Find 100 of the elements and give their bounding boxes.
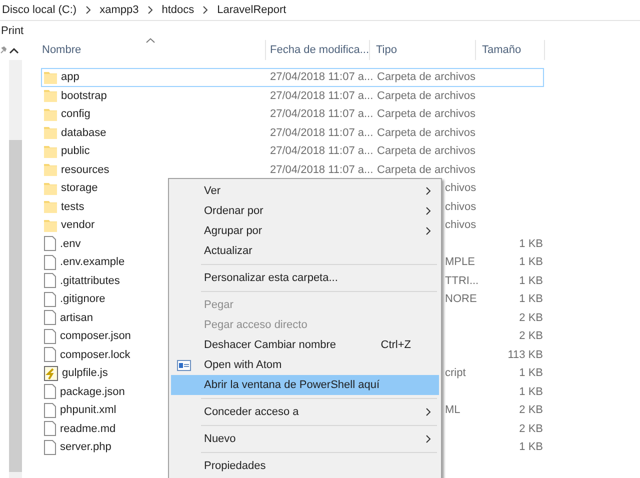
window-icon [177, 360, 191, 371]
menu-item[interactable]: Ordenar por [171, 201, 439, 221]
chevron-icon [203, 6, 208, 14]
file-size: 2 KB [519, 404, 543, 416]
file-type: cript [445, 367, 466, 380]
folder-icon [44, 70, 57, 84]
file-name: vendor [61, 219, 95, 232]
file-name: gulpfile.js [62, 367, 108, 380]
file-name: .gitattributes [60, 274, 120, 287]
folder-icon [44, 200, 57, 214]
file-icon [44, 254, 56, 270]
menu-item[interactable]: Ver [171, 181, 439, 201]
ribbon-tab[interactable]: Print [1, 24, 24, 36]
file-icon [44, 421, 56, 436]
modified-date: 27/04/2018 11:07 a... [270, 126, 374, 139]
folder-icon [44, 163, 57, 176]
file-name: storage [61, 182, 98, 194]
file-name: composer.json [60, 330, 131, 342]
file-name: bootstrap [61, 90, 107, 102]
file-size: 1 KB [519, 256, 543, 268]
file-icon [44, 273, 56, 288]
folder-icon [44, 108, 57, 121]
file-icon [44, 402, 56, 418]
file-type: chivos [445, 182, 476, 194]
file-size: 1 KB [519, 367, 543, 380]
folder-icon [44, 182, 57, 195]
modified-date: 27/04/2018 11:07 a... [270, 108, 374, 120]
file-size: 2 KB [519, 312, 543, 324]
file-type: Carpeta de archivos [377, 164, 476, 176]
menu-item[interactable]: Personalizar esta carpeta... [171, 268, 439, 288]
file-size: 1 KB [519, 238, 543, 250]
file-icon [44, 328, 56, 344]
file-type: Carpeta de archivos [377, 145, 476, 158]
file-name: database [61, 126, 106, 139]
file-type: Carpeta de archivos [377, 71, 476, 84]
modified-date: 27/04/2018 11:07 a... [270, 71, 374, 84]
modified-date: 27/04/2018 11:07 a... [270, 145, 374, 158]
menu-item[interactable]: Open with Atom [171, 355, 439, 375]
file-icon [44, 440, 56, 455]
file-type: Carpeta de archivos [377, 90, 476, 102]
menu-item[interactable]: Agrupar por [171, 221, 439, 241]
menu-item[interactable]: Abrir la ventana de PowerShell aquí [171, 375, 439, 395]
file-type: chivos [445, 219, 476, 232]
file-name: .gitignore [60, 293, 106, 306]
file-name: artisan [60, 312, 94, 324]
sort-caret-icon [146, 38, 155, 43]
file-name: public [61, 145, 90, 158]
file-type: NORE [445, 293, 477, 306]
file-size: 1 KB [519, 386, 543, 398]
folder-icon [44, 126, 57, 140]
file-size: 113 KB [508, 348, 543, 361]
menu-item[interactable]: Deshacer Cambiar nombre Ctrl+Z [171, 335, 439, 355]
folder-icon [44, 144, 57, 158]
file-type: MPLE [445, 256, 475, 268]
folder-icon [44, 218, 57, 232]
column-header[interactable]: Tipo [370, 40, 476, 60]
up-caret-icon[interactable] [9, 46, 19, 54]
file-type: ML [445, 404, 460, 416]
file-size: 1 KB [519, 293, 543, 306]
file-size: 1 KB [519, 441, 543, 454]
column-header[interactable]: Fecha de modifica... [266, 40, 370, 60]
file-name: phpunit.xml [60, 404, 116, 416]
breadcrumb-item[interactable]: Disco local (C:) [2, 4, 77, 16]
breadcrumb-item[interactable]: htdocs [162, 4, 194, 16]
scrollbar-thumb[interactable] [9, 140, 22, 472]
chevron-icon [148, 6, 153, 14]
folder-icon [44, 89, 57, 102]
file-icon [44, 236, 56, 252]
file-size: 1 KB [519, 274, 543, 287]
menu-item[interactable]: Nuevo [171, 429, 439, 449]
script-file-icon [44, 366, 58, 381]
file-name: .env.example [60, 256, 125, 268]
menu-item[interactable]: Conceder acceso a [171, 402, 439, 422]
file-name: tests [61, 200, 84, 213]
file-type: Carpeta de archivos [377, 108, 476, 120]
file-type: Carpeta de archivos [377, 126, 476, 139]
file-name: server.php [60, 441, 112, 454]
chevron-icon [86, 6, 91, 14]
menu-item[interactable]: Propiedades [171, 456, 439, 476]
breadcrumb-item[interactable]: LaravelReport [217, 4, 286, 16]
column-header[interactable]: Tamaño [476, 40, 545, 60]
file-name: config [61, 108, 90, 120]
menu-item[interactable]: Actualizar [171, 241, 439, 261]
file-name: resources [61, 164, 110, 176]
file-icon [44, 310, 56, 326]
file-name: .env [60, 238, 81, 250]
file-name: composer.lock [60, 348, 130, 361]
file-name: app [61, 71, 80, 84]
file-type: TTRI... [445, 274, 479, 287]
file-type: chivos [445, 200, 476, 213]
file-icon [44, 347, 56, 362]
file-name: readme.md [60, 422, 116, 435]
pin-icon[interactable] [0, 46, 7, 54]
file-icon [44, 384, 56, 400]
file-name: package.json [60, 386, 125, 398]
column-header[interactable]: Nombre [22, 40, 266, 60]
selected-file-row[interactable]: app 27/04/2018 11:07 a... Carpeta de archivos [41, 68, 544, 86]
breadcrumb-item[interactable]: xampp3 [100, 4, 139, 16]
modified-date: 27/04/2018 11:07 a... [270, 90, 374, 102]
modified-date: 27/04/2018 11:07 a... [270, 164, 374, 176]
